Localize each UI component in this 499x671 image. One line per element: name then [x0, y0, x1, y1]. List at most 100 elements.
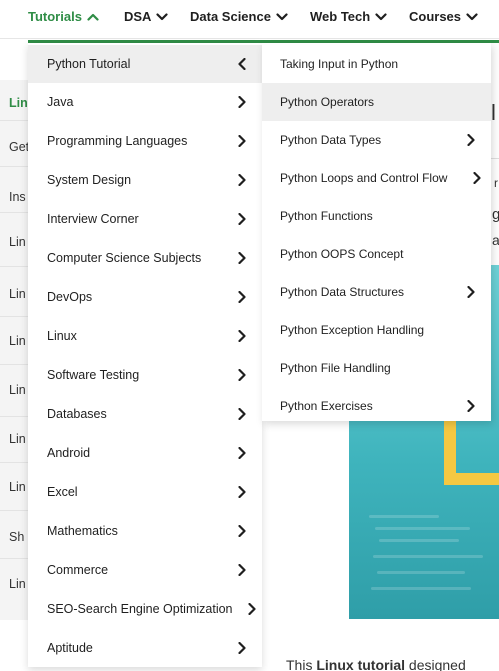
menu-item-label: Interview Corner — [47, 212, 139, 226]
menu-item-system-design[interactable]: System Design — [28, 161, 262, 199]
submenu-item-python-data-types[interactable]: Python Data Types — [262, 121, 491, 159]
submenu-item-label: Python Functions — [280, 209, 373, 223]
menu-item-label: Mathematics — [47, 524, 118, 538]
submenu-item-python-exception-handling[interactable]: Python Exception Handling — [262, 311, 491, 349]
menu-item-aptitude[interactable]: Aptitude — [28, 629, 262, 667]
menu-item-label: Android — [47, 446, 91, 460]
menu-item-seo[interactable]: SEO-Search Engine Optimization — [28, 590, 262, 628]
menu-item-android[interactable]: Android — [28, 434, 262, 472]
chevron-right-icon — [238, 642, 246, 654]
menu-item-label: Aptitude — [47, 641, 93, 655]
menu-item-label: System Design — [47, 173, 132, 187]
menu-item-software-testing[interactable]: Software Testing — [28, 356, 262, 394]
chevron-right-icon — [238, 174, 246, 186]
nav-web-tech-label: Web Tech — [310, 9, 371, 24]
submenu-item-label: Python Data Types — [280, 133, 382, 147]
nav-data-science-label: Data Science — [190, 9, 271, 24]
nav-item-data-science[interactable]: Data Science — [190, 9, 288, 24]
nav-courses-label: Courses — [409, 9, 462, 24]
chevron-down-icon — [276, 12, 288, 20]
menu-item-java[interactable]: Java — [28, 83, 262, 121]
hero-code-line — [369, 515, 439, 518]
menu-item-mathematics[interactable]: Mathematics — [28, 512, 262, 550]
menu-item-devops[interactable]: DevOps — [28, 278, 262, 316]
chevron-right-icon — [238, 330, 246, 342]
tutorials-dropdown: Python Tutorial Java Programming Languag… — [28, 43, 262, 667]
bg-text-fragment: g — [492, 206, 499, 223]
chevron-up-icon — [87, 13, 99, 21]
submenu-item-label: Taking Input in Python — [280, 57, 399, 71]
chevron-right-icon — [473, 172, 481, 184]
chevron-right-icon — [238, 564, 246, 576]
submenu-item-python-functions[interactable]: Python Functions — [262, 197, 491, 235]
submenu-item-label: Python Loops and Control Flow — [280, 171, 448, 185]
hero-code-line — [373, 555, 483, 558]
menu-item-label: Linux — [47, 329, 77, 343]
python-tutorial-submenu: Taking Input in Python Python Operators … — [262, 43, 491, 421]
chevron-right-icon — [238, 447, 246, 459]
menu-item-label: SEO-Search Engine Optimization — [47, 602, 233, 616]
menu-item-computer-science-subjects[interactable]: Computer Science Subjects — [28, 239, 262, 277]
hero-code-line — [371, 587, 471, 590]
submenu-item-python-operators[interactable]: Python Operators — [262, 83, 491, 121]
menu-item-label: Software Testing — [47, 368, 140, 382]
top-navigation: Tutorials DSA Data Science Web Tech Cour… — [0, 0, 499, 36]
bg-text-fragment: r — [494, 176, 498, 190]
submenu-item-label: Python Exercises — [280, 399, 373, 413]
chevron-right-icon — [238, 525, 246, 537]
submenu-item-label: Python Exception Handling — [280, 323, 425, 337]
submenu-item-label: Python OOPS Concept — [280, 247, 404, 261]
menu-item-label: Databases — [47, 407, 107, 421]
menu-item-label: Programming Languages — [47, 134, 188, 148]
hero-code-line — [375, 527, 470, 530]
bg-intro-paragraph: This Linux tutorial designed — [286, 657, 466, 671]
bg-text-fragment: a — [492, 232, 499, 248]
hero-frame-shape — [444, 415, 499, 485]
nav-item-web-tech[interactable]: Web Tech — [310, 9, 387, 24]
submenu-item-label: Python Operators — [280, 95, 375, 109]
bg-para-bold: Linux tutorial — [316, 657, 406, 671]
bg-para-before: This — [286, 657, 317, 671]
nav-tutorials-label: Tutorials — [28, 9, 82, 24]
nav-item-dsa[interactable]: DSA — [124, 9, 169, 24]
submenu-item-python-exercises[interactable]: Python Exercises — [262, 387, 491, 425]
menu-item-databases[interactable]: Databases — [28, 395, 262, 433]
submenu-item-python-oops[interactable]: Python OOPS Concept — [262, 235, 491, 273]
chevron-right-icon — [238, 486, 246, 498]
menu-item-label: Java — [47, 95, 74, 109]
hero-code-line — [377, 571, 465, 574]
chevron-down-icon — [466, 12, 478, 20]
nav-dsa-label: DSA — [124, 9, 152, 24]
topnav-divider — [0, 38, 499, 39]
nav-item-tutorials[interactable]: Tutorials — [28, 9, 99, 24]
submenu-item-python-loops[interactable]: Python Loops and Control Flow — [262, 159, 491, 197]
chevron-right-icon — [248, 603, 256, 615]
chevron-right-icon — [238, 408, 246, 420]
chevron-right-icon — [467, 400, 475, 412]
chevron-down-icon — [375, 12, 387, 20]
chevron-left-icon — [238, 58, 246, 70]
submenu-item-taking-input[interactable]: Taking Input in Python — [262, 45, 491, 83]
chevron-right-icon — [238, 291, 246, 303]
nav-item-courses[interactable]: Courses — [409, 9, 478, 24]
submenu-item-python-data-structures[interactable]: Python Data Structures — [262, 273, 491, 311]
submenu-item-python-file-handling[interactable]: Python File Handling — [262, 349, 491, 387]
menu-item-interview-corner[interactable]: Interview Corner — [28, 200, 262, 238]
menu-item-label: Excel — [47, 485, 78, 499]
menu-item-commerce[interactable]: Commerce — [28, 551, 262, 589]
chevron-right-icon — [467, 134, 475, 146]
menu-item-label: Computer Science Subjects — [47, 251, 202, 265]
hero-code-line — [379, 539, 459, 542]
chevron-right-icon — [238, 213, 246, 225]
menu-item-linux[interactable]: Linux — [28, 317, 262, 355]
menu-item-excel[interactable]: Excel — [28, 473, 262, 511]
menu-item-programming-languages[interactable]: Programming Languages — [28, 122, 262, 160]
menu-item-label: Python Tutorial — [47, 57, 131, 71]
submenu-item-label: Python File Handling — [280, 361, 391, 375]
chevron-right-icon — [467, 286, 475, 298]
chevron-right-icon — [238, 252, 246, 264]
chevron-right-icon — [238, 96, 246, 108]
menu-item-python-tutorial[interactable]: Python Tutorial — [28, 45, 262, 83]
bg-para-after: designed — [405, 657, 466, 671]
chevron-down-icon — [156, 12, 169, 20]
